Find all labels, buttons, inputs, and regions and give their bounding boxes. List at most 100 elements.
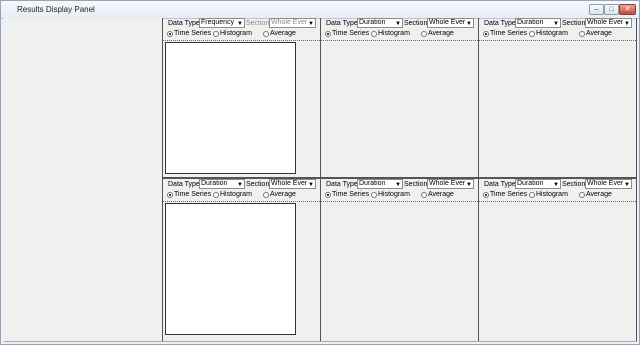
radio-label: Time Series xyxy=(332,30,370,37)
radio-indicator-icon xyxy=(579,31,585,37)
app-window: Results Display Panel – □ ✕ Data Type Fr… xyxy=(0,0,640,345)
chevron-down-icon: ▼ xyxy=(308,182,314,188)
radio-label: Histogram xyxy=(220,191,252,198)
section-dropdown[interactable]: Whole Ever ▼ xyxy=(585,18,632,28)
radio-indicator-icon xyxy=(371,31,377,37)
results-panel: Data Type Frequency ▼ Section Whole Ever… xyxy=(163,18,320,177)
chevron-down-icon: ▼ xyxy=(553,21,559,27)
section-label: Section xyxy=(246,181,270,188)
minimize-button[interactable]: – xyxy=(589,4,604,15)
chevron-down-icon: ▼ xyxy=(466,182,472,188)
data-type-value: Duration xyxy=(359,180,386,187)
minimize-icon: – xyxy=(594,6,599,13)
data-type-value: Duration xyxy=(359,19,386,26)
radio-indicator-icon xyxy=(263,192,269,198)
chevron-down-icon: ▼ xyxy=(624,21,630,27)
plot-area[interactable] xyxy=(165,203,296,335)
radio-label: Histogram xyxy=(378,191,410,198)
radio-label: Histogram xyxy=(378,30,410,37)
data-type-dropdown[interactable]: Duration ▼ xyxy=(515,18,561,28)
radio-indicator-icon xyxy=(167,192,173,198)
radio-label: Histogram xyxy=(220,30,252,37)
radio-label: Histogram xyxy=(536,30,568,37)
data-type-dropdown[interactable]: Duration ▼ xyxy=(199,179,245,189)
chevron-down-icon: ▼ xyxy=(624,182,630,188)
section-dropdown[interactable]: Whole Ever ▼ xyxy=(585,179,632,189)
section-value: Whole Ever xyxy=(271,180,307,187)
section-value: Whole Ever xyxy=(587,19,623,26)
section-dropdown[interactable]: Whole Ever ▼ xyxy=(269,179,316,189)
chevron-down-icon: ▼ xyxy=(237,182,243,188)
data-type-value: Duration xyxy=(517,180,544,187)
dotted-divider xyxy=(479,201,636,202)
data-type-value: Duration xyxy=(517,19,544,26)
section-value: Whole Ever xyxy=(271,19,307,26)
section-label: Section xyxy=(246,20,270,27)
data-type-value: Duration xyxy=(201,180,228,187)
panel-controls-row: Data Type Duration ▼ Section Whole Ever … xyxy=(482,179,634,190)
chevron-down-icon: ▼ xyxy=(308,21,314,27)
data-type-dropdown[interactable]: Frequency ▼ xyxy=(199,18,245,28)
data-type-label: Data Type xyxy=(484,181,516,188)
dotted-divider xyxy=(163,40,320,41)
view-options-row: Time Series Histogram Average xyxy=(324,191,476,200)
right-border xyxy=(636,18,637,341)
radio-label: Time Series xyxy=(490,191,528,198)
close-icon: ✕ xyxy=(624,6,631,13)
radio-label: Time Series xyxy=(174,30,212,37)
close-button[interactable]: ✕ xyxy=(619,4,636,15)
radio-label: Average xyxy=(586,191,612,198)
radio-indicator-icon xyxy=(483,31,489,37)
view-options-row: Time Series Histogram Average xyxy=(166,191,318,200)
radio-indicator-icon xyxy=(213,192,219,198)
radio-indicator-icon xyxy=(483,192,489,198)
results-panel: Data Type Duration ▼ Section Whole Ever … xyxy=(321,18,478,177)
section-dropdown[interactable]: Whole Ever ▼ xyxy=(427,18,474,28)
radio-label: Histogram xyxy=(536,191,568,198)
view-options-row: Time Series Histogram Average xyxy=(482,191,634,200)
panel-controls-row: Data Type Frequency ▼ Section Whole Ever… xyxy=(166,18,318,29)
data-type-label: Data Type xyxy=(168,181,200,188)
section-value: Whole Ever xyxy=(429,180,465,187)
radio-indicator-icon xyxy=(529,31,535,37)
bottom-border xyxy=(4,341,637,342)
radio-indicator-icon xyxy=(325,192,331,198)
radio-label: Time Series xyxy=(174,191,212,198)
radio-label: Time Series xyxy=(332,191,370,198)
radio-indicator-icon xyxy=(167,31,173,37)
window-title: Results Display Panel xyxy=(17,5,95,14)
section-label: Section xyxy=(404,20,428,27)
radio-label: Average xyxy=(270,30,296,37)
data-type-dropdown[interactable]: Duration ▼ xyxy=(515,179,561,189)
panel-controls-row: Data Type Duration ▼ Section Whole Ever … xyxy=(324,18,476,29)
radio-indicator-icon xyxy=(213,31,219,37)
left-pane xyxy=(4,18,162,341)
section-dropdown[interactable]: Whole Ever ▼ xyxy=(269,18,316,28)
radio-label: Average xyxy=(270,191,296,198)
radio-indicator-icon xyxy=(371,192,377,198)
radio-indicator-icon xyxy=(421,192,427,198)
data-type-label: Data Type xyxy=(326,20,358,27)
chevron-down-icon: ▼ xyxy=(395,182,401,188)
radio-indicator-icon xyxy=(579,192,585,198)
data-type-label: Data Type xyxy=(326,181,358,188)
chevron-down-icon: ▼ xyxy=(237,21,243,27)
data-type-dropdown[interactable]: Duration ▼ xyxy=(357,18,403,28)
data-type-dropdown[interactable]: Duration ▼ xyxy=(357,179,403,189)
radio-label: Average xyxy=(428,30,454,37)
results-panel: Data Type Duration ▼ Section Whole Ever … xyxy=(163,179,320,338)
data-type-label: Data Type xyxy=(168,20,200,27)
panel-controls-row: Data Type Duration ▼ Section Whole Ever … xyxy=(324,179,476,190)
section-dropdown[interactable]: Whole Ever ▼ xyxy=(427,179,474,189)
radio-indicator-icon xyxy=(529,192,535,198)
results-panel: Data Type Duration ▼ Section Whole Ever … xyxy=(479,18,636,177)
view-options-row: Time Series Histogram Average xyxy=(482,30,634,39)
section-label: Section xyxy=(404,181,428,188)
maximize-button[interactable]: □ xyxy=(604,4,619,15)
title-bar[interactable]: Results Display Panel – □ ✕ xyxy=(1,1,639,19)
chevron-down-icon: ▼ xyxy=(553,182,559,188)
results-panel: Data Type Duration ▼ Section Whole Ever … xyxy=(321,179,478,338)
radio-label: Average xyxy=(428,191,454,198)
plot-area[interactable] xyxy=(165,42,296,174)
maximize-icon: □ xyxy=(609,6,614,13)
